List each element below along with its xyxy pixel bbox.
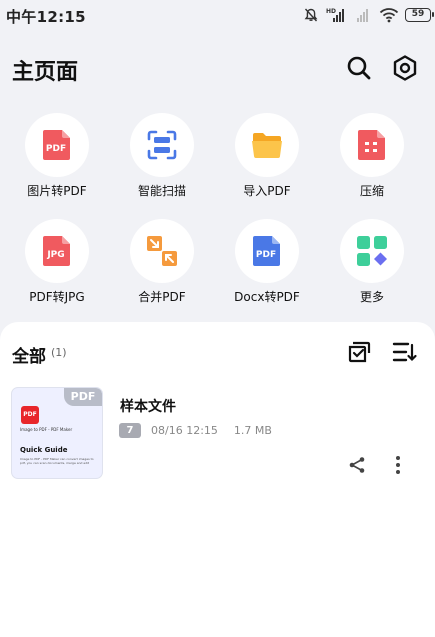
wifi-icon xyxy=(379,8,399,23)
signal-weak-icon xyxy=(357,9,368,22)
tool-label: Docx转PDF xyxy=(234,290,300,304)
compress-icon xyxy=(358,130,385,160)
page-title: 主页面 xyxy=(12,60,79,85)
tool-image-to-pdf[interactable]: PDF 图片转PDF xyxy=(7,113,107,199)
battery-indicator: 59 xyxy=(405,8,434,22)
tool-icon-circle xyxy=(340,113,404,177)
svg-text:JPG: JPG xyxy=(46,250,64,260)
sort-button[interactable] xyxy=(392,339,418,365)
tool-label: 更多 xyxy=(359,290,384,304)
tool-icon-circle xyxy=(340,219,404,283)
page-count-badge: 7 xyxy=(119,423,141,438)
tool-pdf-to-jpg[interactable]: JPG PDF转JPG xyxy=(7,219,107,305)
settings-hexagon-icon xyxy=(393,55,417,81)
status-time: 中午12:15 xyxy=(6,8,86,26)
tool-compress[interactable]: 压缩 xyxy=(322,113,422,199)
status-bar: 中午12:15 HD 59 xyxy=(0,0,435,32)
file-type-tag: PDF xyxy=(64,388,102,406)
search-button[interactable] xyxy=(345,54,373,82)
tool-smart-scan[interactable]: 智能扫描 xyxy=(112,113,212,199)
tool-icon-circle xyxy=(130,113,194,177)
tool-icon-circle xyxy=(130,219,194,283)
svg-text:PDF: PDF xyxy=(256,250,276,260)
folder-icon xyxy=(252,133,282,158)
tool-label: 压缩 xyxy=(359,184,384,198)
svg-text:PDF: PDF xyxy=(46,144,66,154)
more-apps-icon xyxy=(357,236,387,266)
tool-label: 合并PDF xyxy=(138,290,186,304)
thumb-body-text: Image to PDF - PDF Maker can convert ima… xyxy=(20,457,94,465)
sort-icon xyxy=(392,342,417,362)
signal-icon: HD xyxy=(326,8,344,22)
pdf-file-icon: PDF xyxy=(43,130,70,160)
tool-merge-pdf[interactable]: 合并PDF xyxy=(112,219,212,305)
jpg-file-icon: JPG xyxy=(43,236,70,266)
file-row[interactable]: PDF PDF Image to PDF - PDF Maker Quick G… xyxy=(0,385,435,481)
share-button[interactable] xyxy=(347,455,367,475)
tool-icon-circle: JPG xyxy=(25,219,89,283)
merge-icon xyxy=(147,236,177,266)
status-icons: HD 59 xyxy=(303,6,434,24)
more-options-button[interactable] xyxy=(388,455,408,475)
mute-bell-icon xyxy=(304,8,318,22)
pdf-doc-icon: PDF xyxy=(253,236,280,266)
settings-button[interactable] xyxy=(391,54,419,82)
file-date: 08/16 12:15 xyxy=(151,424,218,437)
tool-icon-circle xyxy=(235,113,299,177)
more-vertical-icon xyxy=(396,456,400,474)
tool-import-pdf[interactable]: 导入PDF xyxy=(217,113,317,199)
file-count: (1) xyxy=(51,346,67,359)
tool-docx-to-pdf[interactable]: PDF Docx转PDF xyxy=(217,219,317,305)
network-badge: HD xyxy=(326,8,336,15)
tool-label: PDF转JPG xyxy=(29,290,85,304)
share-icon xyxy=(349,457,365,473)
tool-label: 图片转PDF xyxy=(27,184,87,198)
section-title: 全部 xyxy=(12,347,46,367)
file-size: 1.7 MB xyxy=(233,424,272,437)
tool-icon-circle: PDF xyxy=(235,219,299,283)
tool-icon-circle: PDF xyxy=(25,113,89,177)
thumb-subtitle: Image to PDF - PDF Maker xyxy=(20,427,73,432)
thumb-pdf-logo: PDF xyxy=(21,406,39,424)
file-name: 样本文件 xyxy=(120,399,176,415)
file-thumbnail: PDF PDF Image to PDF - PDF Maker Quick G… xyxy=(11,387,103,479)
multi-select-icon xyxy=(348,341,371,363)
search-icon xyxy=(347,56,371,80)
thumb-heading: Quick Guide xyxy=(20,446,68,454)
select-files-button[interactable] xyxy=(347,339,373,365)
tool-label: 智能扫描 xyxy=(137,184,186,198)
tool-label: 导入PDF xyxy=(243,184,291,198)
file-meta: 7 08/16 12:15 1.7 MB xyxy=(119,423,272,438)
scan-icon xyxy=(147,130,177,160)
tool-more[interactable]: 更多 xyxy=(322,219,422,305)
